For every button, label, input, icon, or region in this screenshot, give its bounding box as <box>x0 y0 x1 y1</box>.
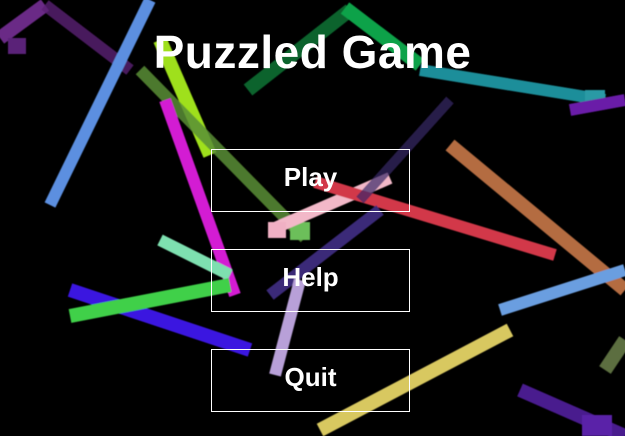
help-button[interactable]: Help <box>211 249 410 312</box>
quit-button[interactable]: Quit <box>211 349 410 412</box>
stick-orange <box>445 139 625 296</box>
quit-button-label: Quit <box>284 362 337 392</box>
stick-olive <box>599 336 625 374</box>
play-button[interactable]: Play <box>211 149 410 212</box>
play-button-label: Play <box>283 162 338 192</box>
game-title: Puzzled Game <box>153 26 472 78</box>
stick-purple-bottom-cap <box>582 415 612 436</box>
game-menu-screen: Puzzled Game Play Help Quit <box>0 0 625 436</box>
stick-pink-cap <box>268 222 286 238</box>
help-button-label: Help <box>282 262 339 292</box>
stick-lightblue-right <box>498 264 625 316</box>
